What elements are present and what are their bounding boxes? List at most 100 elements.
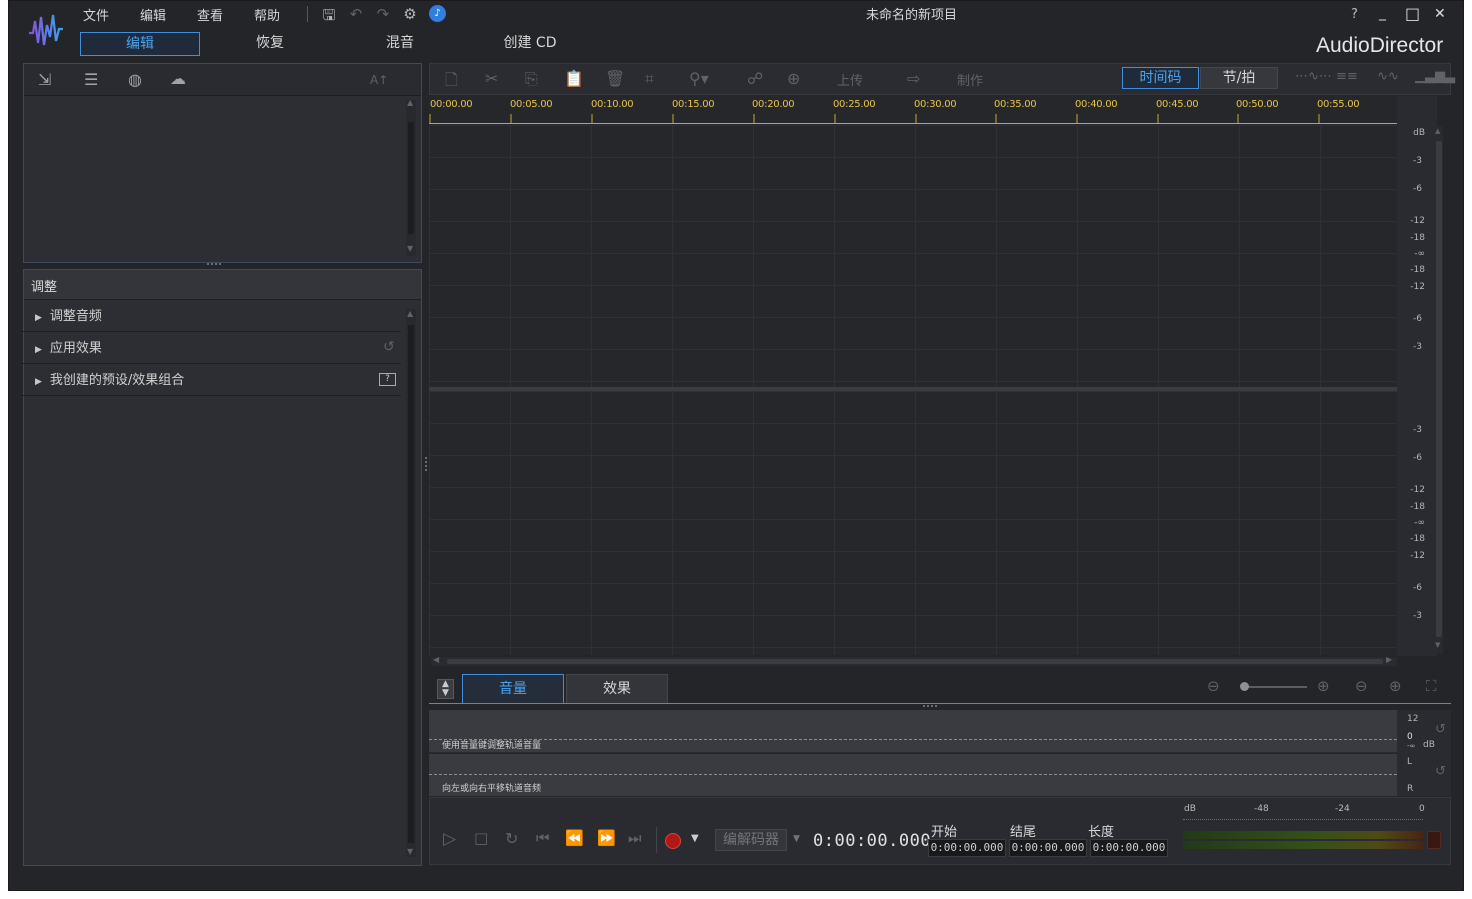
tab-volume[interactable]: 音量 (462, 674, 564, 703)
font-size-button[interactable]: A↑ (370, 73, 388, 87)
save-icon[interactable]: 🖫 (320, 5, 338, 30)
copy-icon[interactable]: ⎘ (525, 69, 538, 89)
scroll-up-icon[interactable]: ▲ (407, 309, 413, 318)
crop-icon[interactable]: ⌗ (645, 69, 654, 89)
zoom-slider-thumb[interactable] (1240, 682, 1249, 691)
tab-mix-label: 混音 (386, 35, 414, 51)
produce-button[interactable]: 制作 (957, 70, 983, 89)
tab-create-cd[interactable]: 创建 CD (470, 32, 590, 56)
start-time-field[interactable]: 0:00:00.000 (928, 839, 1006, 857)
tab-effects[interactable]: 效果 (566, 674, 668, 703)
maximize-button[interactable]: □ (1405, 4, 1420, 23)
preset-help-icon[interactable]: ? (379, 373, 396, 386)
apply-effect-row[interactable]: ▶ 应用效果 (23, 333, 401, 364)
ruler-label: 00:45.00 (1156, 99, 1199, 110)
volume-envelope-lane[interactable] (429, 710, 1397, 753)
upload-button[interactable]: 上传 (837, 70, 863, 89)
marker-dropdown-icon[interactable]: ⚲▾ (689, 69, 709, 88)
new-file-icon[interactable]: 🗋 (445, 69, 458, 96)
paste-icon[interactable]: 📋 (564, 69, 584, 88)
scroll-right-icon[interactable]: ▶ (1386, 655, 1392, 664)
close-button[interactable]: ✕ (1434, 6, 1446, 22)
scroll-down-icon[interactable]: ▼ (407, 244, 413, 253)
reset-volume-icon[interactable]: ↺ (1435, 722, 1446, 737)
scroll-down-icon[interactable]: ▼ (1435, 641, 1440, 649)
cloud-icon[interactable]: ☁ (170, 69, 186, 88)
tab-edit[interactable]: 编辑 (80, 32, 200, 56)
delete-icon[interactable]: 🗑 (605, 69, 625, 88)
globe-icon[interactable]: ◍ (128, 70, 142, 89)
settings-gear-icon[interactable]: ⚙ (401, 5, 419, 23)
tab-mix[interactable]: 混音 (340, 32, 460, 56)
reset-icon[interactable]: ↺ (383, 339, 395, 355)
my-presets-row[interactable]: ▶ 我创建的预设/效果组合 (23, 365, 401, 396)
play-icon[interactable]: ▷ (443, 829, 456, 849)
waveform-view-icon[interactable]: ⋯∿⋯ (1295, 69, 1332, 84)
zoom-in-vertical-icon[interactable]: ⊕ (1389, 677, 1402, 695)
scroll-left-icon[interactable]: ◀ (433, 655, 439, 664)
zoom-in-horizontal-icon[interactable]: ⊕ (1317, 677, 1330, 695)
pan-envelope-lane[interactable] (429, 754, 1397, 796)
library-scrollbar[interactable]: ▲ ▼ (406, 98, 416, 256)
notification-bell-icon[interactable]: ♪ (429, 5, 446, 22)
help-button[interactable]: ? (1351, 7, 1358, 22)
minimize-button[interactable]: _ (1379, 5, 1386, 21)
spectrum-display-icon[interactable]: ▁▃▆▃ (1415, 69, 1455, 84)
redo-icon[interactable]: ↷ (374, 5, 392, 23)
collapse-toggle[interactable]: ▲ ▼ (437, 679, 454, 699)
web-icon[interactable]: ⊕ (787, 69, 800, 88)
zoom-out-vertical-icon[interactable]: ⊖ (1355, 677, 1368, 695)
fit-view-icon[interactable]: ⛶ (1426, 677, 1437, 695)
pan-envelope-line[interactable] (429, 774, 1397, 775)
share-icon[interactable]: ☍ (747, 69, 763, 88)
import-media-icon[interactable]: ⇲ (38, 70, 51, 89)
vertical-scrollbar[interactable]: ▲ ▼ (1435, 127, 1443, 653)
scroll-thumb[interactable] (447, 659, 1383, 664)
splitter-dots[interactable] (923, 705, 937, 708)
go-to-start-icon[interactable]: ⏮ (536, 829, 550, 847)
import-list-icon[interactable]: ☰ (84, 70, 98, 89)
vertical-splitter-handle[interactable] (425, 457, 428, 471)
scroll-up-icon[interactable]: ▲ (1435, 127, 1440, 135)
scroll-up-icon[interactable]: ▲ (407, 98, 413, 107)
adjust-scrollbar[interactable]: ▲ ▼ (406, 309, 416, 857)
horizontal-scrollbar[interactable]: ◀ ▶ (431, 655, 1397, 666)
stop-icon[interactable]: □ (474, 829, 488, 847)
codec-button[interactable]: 编解码器 (715, 829, 787, 851)
reset-pan-icon[interactable]: ↺ (1435, 764, 1446, 779)
beat-toggle[interactable]: 节/拍 (1200, 67, 1278, 89)
waveform-track-right[interactable] (429, 391, 1397, 655)
end-time-field[interactable]: 0:00:00.000 (1009, 839, 1087, 857)
waveform-track-left[interactable] (429, 125, 1397, 387)
panel-splitter-handle[interactable] (207, 263, 221, 267)
cut-icon[interactable]: ✂ (485, 69, 498, 88)
menu-file[interactable]: 文件 (83, 5, 109, 24)
menu-help[interactable]: 帮助 (254, 5, 280, 24)
multitrack-view-icon[interactable]: ≡≡ (1336, 69, 1358, 84)
record-button[interactable] (665, 833, 681, 849)
tab-restore[interactable]: 恢复 (210, 32, 330, 56)
scroll-thumb[interactable] (408, 325, 414, 843)
rewind-icon[interactable]: ⏪ (565, 829, 584, 847)
menu-edit[interactable]: 编辑 (140, 5, 166, 24)
volume-envelope-line[interactable] (429, 739, 1397, 740)
start-label: 开始 (931, 825, 958, 840)
scroll-down-icon[interactable]: ▼ (407, 847, 413, 856)
clip-indicator[interactable] (1427, 831, 1441, 849)
zoom-out-horizontal-icon[interactable]: ⊖ (1207, 677, 1220, 695)
export-icon[interactable]: ⇨ (907, 69, 920, 88)
zoom-slider-track[interactable] (1245, 686, 1307, 688)
wave-display-icon[interactable]: ∿∿ (1377, 69, 1399, 84)
menu-view[interactable]: 查看 (197, 5, 223, 24)
loop-icon[interactable]: ↻ (505, 829, 518, 848)
adjust-audio-row[interactable]: ▶ 调整音频 (23, 301, 401, 332)
scroll-thumb[interactable] (408, 122, 414, 234)
fast-forward-icon[interactable]: ⏩ (597, 829, 616, 847)
go-to-end-icon[interactable]: ⏭ (628, 829, 642, 847)
length-time-field[interactable]: 0:00:00.000 (1090, 839, 1168, 857)
scroll-thumb[interactable] (1436, 141, 1442, 637)
codec-dropdown-icon[interactable]: ▼ (793, 834, 800, 844)
record-dropdown-icon[interactable]: ▼ (691, 833, 699, 844)
undo-icon[interactable]: ↶ (347, 5, 365, 23)
timecode-toggle[interactable]: 时间码 (1122, 67, 1199, 89)
